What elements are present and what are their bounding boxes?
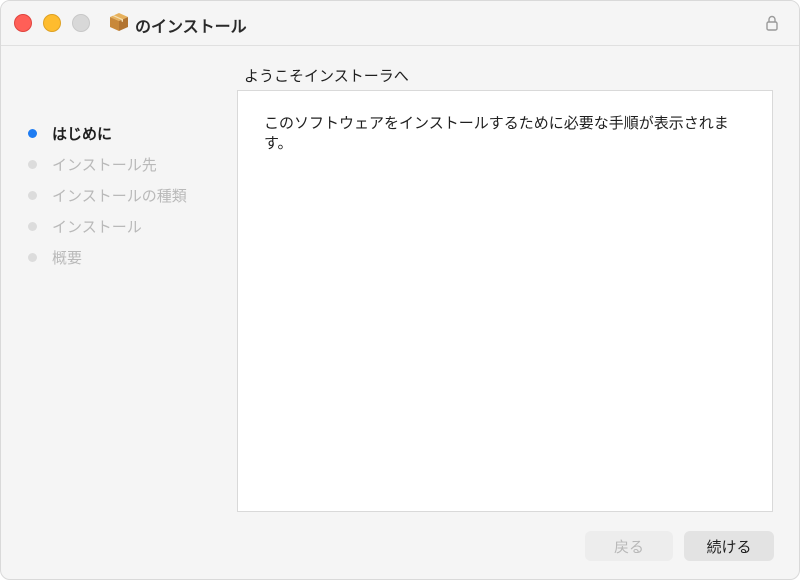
- package-icon: [110, 13, 128, 31]
- back-button[interactable]: 戻る: [585, 531, 673, 561]
- step-destination: インストール先: [21, 149, 221, 180]
- step-label: インストール: [52, 218, 142, 236]
- current-step-indicator: [28, 129, 37, 138]
- continue-button[interactable]: 続ける: [684, 531, 774, 561]
- welcome-text: このソフトウェアをインストールするために必要な手順が表示されます。: [264, 114, 729, 152]
- step-sidebar: はじめに インストール先 インストールの種類 インストール 概要: [21, 118, 221, 273]
- close-window-button[interactable]: [14, 14, 32, 32]
- step-installation-type: インストールの種類: [21, 180, 221, 211]
- step-summary: 概要: [21, 242, 221, 273]
- step-indicator: [28, 191, 37, 200]
- step-label: インストール先: [52, 156, 157, 174]
- zoom-window-button[interactable]: [72, 14, 90, 32]
- step-installation: インストール: [21, 211, 221, 242]
- step-label: 概要: [52, 249, 83, 267]
- step-indicator: [28, 160, 37, 169]
- step-label: はじめに: [52, 125, 113, 143]
- step-introduction: はじめに: [21, 118, 221, 149]
- minimize-window-button[interactable]: [43, 14, 61, 32]
- page-heading: ようこそインストーラへ: [244, 67, 409, 85]
- step-indicator: [28, 253, 37, 262]
- step-label: インストールの種類: [52, 187, 187, 205]
- installer-window: のインストール はじめに インストール先 インストールの種類 インストール 概要…: [0, 0, 800, 580]
- title-bar: のインストール: [1, 1, 799, 46]
- window-title: のインストール: [135, 17, 247, 36]
- lock-icon: [766, 15, 778, 31]
- step-indicator: [28, 222, 37, 231]
- content-panel: このソフトウェアをインストールするために必要な手順が表示されます。: [237, 90, 773, 512]
